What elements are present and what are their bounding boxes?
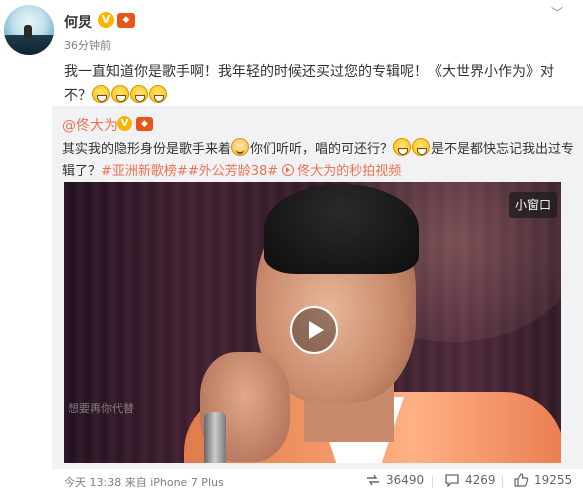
repost-text: 其实我的隐形身份是歌手来着 你们听听，唱的可还行？ 是不是都快忘记我出过专辑了？#亚… [62, 138, 577, 183]
video-link-icon [282, 164, 295, 176]
laugh-emoji-icon [149, 85, 167, 103]
mini-window-button[interactable]: 小窗口 [509, 192, 557, 218]
divider [502, 476, 503, 488]
grin-emoji-icon [412, 138, 431, 156]
repost-text-b: 你们听听，唱的可还行？ [250, 142, 394, 157]
video-link-label: 佟大为的秒拍视频 [297, 164, 402, 179]
video-player[interactable]: 想要再你代替 小窗口 [64, 182, 561, 463]
repost-author[interactable]: @佟大为 [62, 115, 118, 135]
thumbs-up-icon [514, 473, 529, 487]
grin-emoji-icon [393, 138, 412, 156]
repost-icon [367, 474, 379, 486]
weibo-post: 何炅 V ◆ 36分钟前 ﹀ 我一直知道你是歌手啊！我年轻的时候还买过您的专辑呢… [0, 0, 583, 504]
verified-icon: V [117, 116, 132, 131]
laugh-emoji-icon [92, 85, 110, 103]
comment-icon [445, 474, 459, 487]
author-name[interactable]: 何炅 [64, 12, 92, 32]
avatar[interactable] [4, 5, 54, 55]
repost-button[interactable]: 36490 [365, 473, 424, 487]
play-icon[interactable] [290, 306, 338, 354]
bow-emoji-icon [231, 138, 250, 156]
like-count: 19255 [534, 473, 573, 487]
repost-count: 36490 [386, 473, 425, 487]
laugh-emoji-icon [111, 85, 129, 103]
comment-count: 4269 [465, 473, 496, 487]
post-source: 今天 13:38 来自 iPhone 7 Plus [64, 476, 224, 489]
video-link[interactable]: 佟大为的秒拍视频 [282, 164, 401, 179]
topic-link[interactable]: #亚洲新歌榜# [101, 164, 188, 179]
comment-button[interactable]: 4269 [444, 473, 496, 487]
laugh-emoji-icon [130, 85, 148, 103]
repost-text-a: 其实我的隐形身份是歌手来着 [62, 142, 232, 157]
divider [432, 476, 433, 488]
video-subtitle: 想要再你代替 [68, 402, 134, 415]
repost-box: @佟大为 V ◆ 其实我的隐形身份是歌手来着 你们听听，唱的可还行？ 是不是都快忘记… [52, 106, 583, 469]
chevron-down-icon[interactable]: ﹀ [548, 4, 566, 22]
verified-icon: V [98, 12, 114, 28]
singer-hair [264, 184, 419, 274]
topic-link[interactable]: #外公芳龄38# [188, 164, 278, 179]
microphone [204, 412, 226, 463]
post-text: 我一直知道你是歌手啊！我年轻的时候还买过您的专辑呢！《大世界小作为》对不？ [64, 60, 564, 108]
like-button[interactable]: 19255 [513, 473, 572, 487]
avatar-figure [24, 25, 32, 39]
post-timestamp[interactable]: 36分钟前 [64, 37, 111, 53]
vip-icon[interactable]: ◆ [136, 117, 153, 131]
vip-icon[interactable]: ◆ [117, 13, 135, 28]
